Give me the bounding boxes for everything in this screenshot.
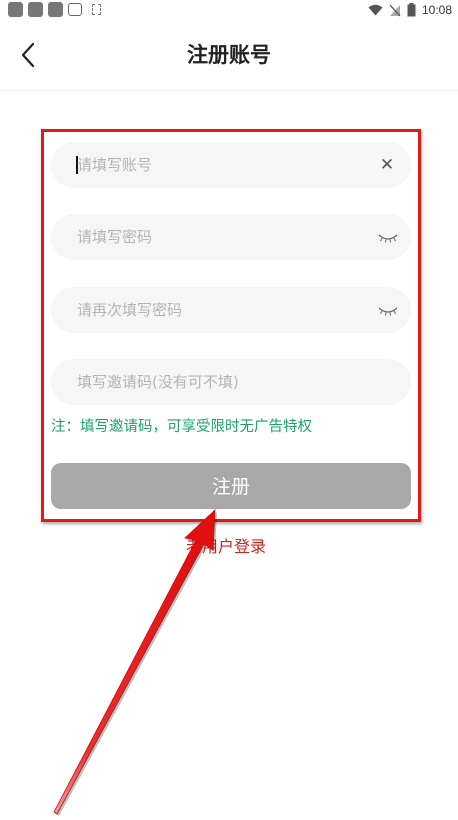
wifi-icon <box>368 4 383 16</box>
annotation-highlight-box <box>41 129 421 522</box>
status-time: 10:08 <box>421 3 452 17</box>
battery-icon <box>407 3 416 17</box>
mail-icon <box>68 3 82 16</box>
notification-icon <box>8 2 23 17</box>
notification-icon <box>28 2 43 17</box>
status-bar: 10:08 <box>0 0 458 20</box>
qr-icon <box>92 4 101 15</box>
app-header: 注册账号 <box>0 20 458 91</box>
old-user-login-link[interactable]: 老用户登录 <box>186 536 266 558</box>
signal-off-icon <box>389 4 401 16</box>
status-right: 10:08 <box>368 2 452 18</box>
notification-icon <box>48 2 63 17</box>
page-title: 注册账号 <box>187 43 271 67</box>
